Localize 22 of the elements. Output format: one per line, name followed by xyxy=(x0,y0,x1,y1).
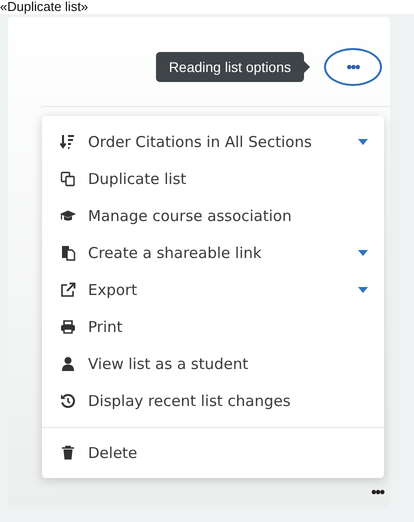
external-link-icon xyxy=(60,282,76,298)
menu-item[interactable]: Print xyxy=(42,308,384,345)
menu-item[interactable]: Display recent list changes xyxy=(42,382,384,419)
printer-icon xyxy=(60,318,76,334)
graduation-cap-icon xyxy=(60,208,76,224)
menu-item[interactable]: Delete xyxy=(42,434,384,471)
copy-icon xyxy=(60,170,76,186)
tooltip: Reading list options xyxy=(156,52,310,82)
menu-item[interactable]: Manage course association xyxy=(42,197,384,234)
user-icon xyxy=(60,356,76,372)
menu-item[interactable]: Order Citations in All Sections xyxy=(42,123,384,160)
sort-icon xyxy=(60,134,76,150)
menu-item[interactable]: Export xyxy=(42,271,384,308)
menu-item[interactable]: Create a shareable link xyxy=(42,234,384,271)
menu-item[interactable]: View list as a student xyxy=(42,345,384,382)
clipboard-icon xyxy=(60,244,76,260)
history-icon xyxy=(60,392,76,408)
options-button[interactable]: ••• xyxy=(324,48,382,86)
caption: «Duplicate list» xyxy=(0,0,90,14)
trash-icon xyxy=(60,444,76,460)
menu-item[interactable]: Duplicate list xyxy=(42,160,384,197)
more-button[interactable]: ••• xyxy=(371,484,384,501)
